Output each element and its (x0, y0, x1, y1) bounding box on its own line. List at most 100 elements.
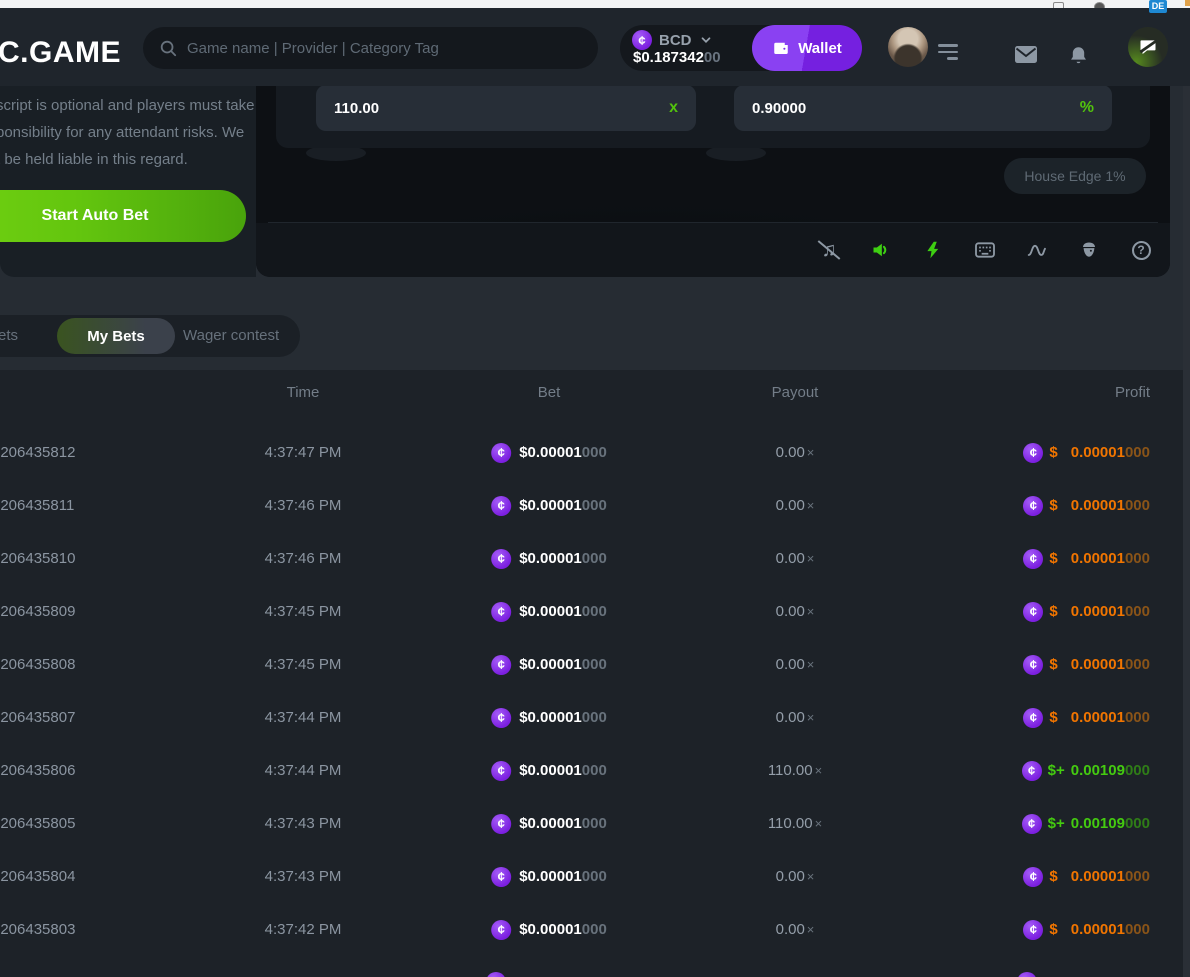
bet-id: 8206435808 (0, 638, 75, 691)
turbo-icon[interactable] (923, 240, 943, 260)
bcd-coin-icon: ¢ (491, 920, 511, 940)
bell-icon[interactable] (1068, 45, 1089, 67)
bet-profit: ¢ $0.00001000 (1023, 426, 1150, 479)
table-row[interactable]: 8206435805 4:37:43 PM ¢ $0.00001000 110.… (0, 797, 1190, 850)
chevron-down-icon (699, 33, 713, 47)
bcd-coin-icon: ¢ (1023, 708, 1043, 728)
bet-profit: ¢ $0.00001000 (1023, 479, 1150, 532)
game-panel: x % House Edge 1% ♫ ? (256, 60, 1170, 277)
bet-profit: ¢ $0.00001000 (1023, 691, 1150, 744)
bcd-coin-icon: ¢ (1023, 867, 1043, 887)
bets-tabs: Bets My Bets Wager contest (0, 315, 300, 357)
browser-profile-icon[interactable] (1094, 2, 1105, 8)
start-auto-bet-button[interactable]: Start Auto Bet (0, 190, 246, 242)
house-edge-badge: House Edge 1% (1004, 158, 1146, 194)
bet-payout: 110.00× (768, 797, 822, 850)
wallet-icon (772, 39, 790, 57)
bet-time: 4:37:46 PM (265, 479, 342, 532)
percent-suffix: % (1080, 99, 1094, 117)
avatar[interactable] (888, 27, 928, 67)
bet-time: 4:37:43 PM (265, 850, 342, 903)
table-row[interactable]: 8206435807 4:37:44 PM ¢ $0.00001000 0.00… (0, 691, 1190, 744)
bet-amount: ¢ $0.00001000 (491, 479, 607, 532)
browser-decoration (1185, 0, 1190, 6)
col-time: Time (287, 384, 320, 401)
bet-payout: 0.00× (776, 903, 815, 956)
help-icon[interactable]: ? (1131, 240, 1151, 260)
disclaimer-text: script is optional and players must take… (0, 92, 248, 173)
music-off-icon[interactable]: ♫ (819, 240, 839, 260)
mail-icon[interactable] (1014, 45, 1038, 64)
table-row[interactable]: 8206435810 4:37:46 PM ¢ $0.00001000 0.00… (0, 532, 1190, 585)
tab-my-bets[interactable]: My Bets (57, 318, 175, 354)
site-logo[interactable]: C.GAME (0, 36, 121, 70)
bet-amount: ¢ $0.00001000 (491, 585, 607, 638)
bet-payout: 0.00× (776, 585, 815, 638)
bet-time: 4:37:44 PM (265, 744, 342, 797)
tab-all-bets[interactable]: Bets (0, 315, 18, 357)
bcd-coin-icon: ¢ (491, 602, 511, 622)
menu-icon[interactable] (938, 44, 958, 60)
wallet-button[interactable]: Wallet (752, 25, 862, 71)
bcd-coin-icon: ¢ (1023, 655, 1043, 675)
hotkeys-icon[interactable] (975, 240, 995, 260)
table-row[interactable]: 8206435811 4:37:46 PM ¢ $0.00001000 0.00… (0, 479, 1190, 532)
wallet-label: Wallet (798, 40, 842, 57)
table-row[interactable]: 8206435809 4:37:45 PM ¢ $0.00001000 0.00… (0, 585, 1190, 638)
seeds-icon[interactable] (1079, 240, 1099, 260)
bet-time: 4:37:45 PM (265, 638, 342, 691)
bet-profit: ¢ $0.00001000 (1023, 638, 1150, 691)
table-row[interactable]: 8206435806 4:37:44 PM ¢ $0.00001000 110.… (0, 744, 1190, 797)
bets-table-body: 8206435812 4:37:47 PM ¢ $0.00001000 0.00… (0, 426, 1190, 956)
bcd-coin-icon: ¢ (632, 30, 652, 50)
bet-time: 4:37:43 PM (265, 797, 342, 850)
bet-id: 8206435803 (0, 903, 75, 956)
bcd-coin-icon: ¢ (491, 708, 511, 728)
bet-time: 4:37:47 PM (265, 426, 342, 479)
tab-wager-contest[interactable]: Wager contest (183, 315, 279, 357)
win-chance-input[interactable] (752, 100, 1080, 117)
search-icon (159, 39, 177, 57)
table-row[interactable]: 8206435804 4:37:43 PM ¢ $0.00001000 0.00… (0, 850, 1190, 903)
bcd-coin-icon: ¢ (491, 549, 511, 569)
bet-time: 4:37:42 PM (265, 903, 342, 956)
payout-input[interactable] (334, 100, 669, 117)
language-badge[interactable]: DE (1149, 0, 1167, 13)
bcd-coin-icon: ¢ (491, 761, 511, 781)
bcd-coin-icon: ¢ (1023, 602, 1043, 622)
sound-on-icon[interactable] (871, 240, 891, 260)
support-chat-button[interactable] (1128, 27, 1168, 67)
bet-id: 8206435804 (0, 850, 75, 903)
bet-amount: ¢ $0.00001000 (491, 532, 607, 585)
site-header: C.GAME Game name | Provider | Category T… (0, 8, 1190, 86)
bcd-coin-icon: ¢ (486, 972, 506, 977)
bet-payout: 0.00× (776, 479, 815, 532)
bet-payout: 0.00× (776, 426, 815, 479)
search-bar[interactable]: Game name | Provider | Category Tag (143, 27, 598, 69)
bet-profit: ¢ $0.00001000 (1023, 903, 1150, 956)
bcd-coin-icon: ¢ (1017, 972, 1037, 977)
bcd-coin-icon: ¢ (1023, 549, 1043, 569)
balance-amount: $0.18734200 (633, 49, 721, 66)
bet-payout: 0.00× (776, 532, 815, 585)
bcd-coin-icon: ¢ (1023, 443, 1043, 463)
bet-profit: ¢ $0.00001000 (1023, 532, 1150, 585)
bet-time: 4:37:44 PM (265, 691, 342, 744)
bet-payout: 0.00× (776, 638, 815, 691)
bcd-coin-icon: ¢ (1022, 814, 1042, 834)
currency-selector[interactable]: ¢ BCD (632, 30, 713, 50)
bet-amount: ¢ $0.00001000 (491, 903, 607, 956)
bcd-coin-icon: ¢ (491, 814, 511, 834)
trends-icon[interactable] (1027, 240, 1047, 260)
bet-amount: ¢ $0.00001000 (491, 797, 607, 850)
bet-id: 8206435809 (0, 585, 75, 638)
browser-extension-icon[interactable] (1053, 2, 1064, 8)
scrollbar-track[interactable] (1183, 56, 1190, 977)
table-row[interactable]: 8206435812 4:37:47 PM ¢ $0.00001000 0.00… (0, 426, 1190, 479)
bet-id: 8206435811 (0, 479, 74, 532)
bet-amount: ¢ $0.00001000 (491, 850, 607, 903)
browser-toolbar-strip (0, 0, 1190, 8)
table-row[interactable]: 8206435803 4:37:42 PM ¢ $0.00001000 0.00… (0, 903, 1190, 956)
table-row[interactable]: 8206435808 4:37:45 PM ¢ $0.00001000 0.00… (0, 638, 1190, 691)
bcd-coin-icon: ¢ (491, 496, 511, 516)
